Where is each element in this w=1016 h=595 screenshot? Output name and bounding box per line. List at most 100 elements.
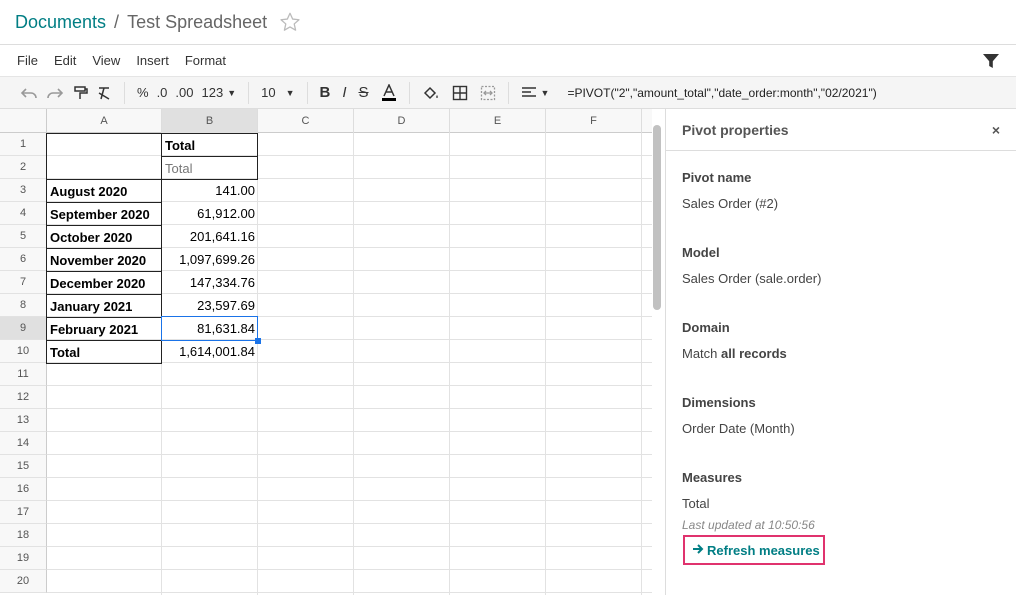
grid-line (47, 385, 652, 386)
dimensions-label: Dimensions (682, 395, 756, 410)
menu-view[interactable]: View (84, 53, 128, 68)
paint-format-icon[interactable] (68, 81, 92, 105)
spreadsheet-grid[interactable]: A B C D E F 1 2 3 4 5 6 7 8 9 10 11 12 1… (0, 109, 652, 595)
column-header-b[interactable]: B (162, 109, 258, 133)
row-header[interactable]: 17 (0, 501, 47, 524)
grid-corner[interactable] (0, 109, 47, 133)
measures-label: Measures (682, 470, 742, 485)
pivot-name-label: Pivot name (682, 170, 752, 185)
row-header[interactable]: 8 (0, 294, 47, 317)
row-header[interactable]: 14 (0, 432, 47, 455)
dimensions-section: Dimensions Order Date (Month) (682, 395, 795, 436)
text-color-icon[interactable] (377, 81, 401, 105)
pivot-value-cell[interactable]: 201,641.16 (162, 225, 258, 248)
pivot-value-cell[interactable]: 1,097,699.26 (162, 248, 258, 271)
menu-insert[interactable]: Insert (128, 53, 177, 68)
close-icon[interactable]: × (992, 122, 1000, 138)
grid-line (545, 133, 546, 595)
row-header[interactable]: 19 (0, 547, 47, 570)
domain-bold: all records (721, 346, 787, 361)
pivot-row-label[interactable]: Total (46, 340, 162, 364)
row-header[interactable]: 10 (0, 340, 47, 363)
toolbar: % .0 .00 123 ▼ 10 ▼ B I S ▼ =PIVOT("2","… (0, 77, 1016, 109)
pivot-value-cell[interactable]: 23,597.69 (162, 294, 258, 317)
pivot-row-label[interactable]: August 2020 (46, 179, 162, 203)
domain-label: Domain (682, 320, 730, 335)
grid-line (47, 546, 652, 547)
star-icon[interactable] (279, 11, 301, 33)
column-header-a[interactable]: A (47, 109, 162, 133)
pivot-row-label[interactable]: February 2021 (46, 317, 162, 341)
redo-icon[interactable] (42, 81, 68, 105)
percent-format-button[interactable]: % (133, 81, 153, 105)
grid-line (47, 477, 652, 478)
pivot-value-cell[interactable]: 61,912.00 (162, 202, 258, 225)
row-header[interactable]: 13 (0, 409, 47, 432)
decrease-decimals-button[interactable]: .0 (153, 81, 172, 105)
row-header[interactable]: 15 (0, 455, 47, 478)
row-header[interactable]: 7 (0, 271, 47, 294)
domain-section: Domain Match all records (682, 320, 787, 361)
panel-header: Pivot properties × (666, 109, 1016, 151)
selection-fill-handle[interactable] (255, 338, 261, 344)
chevron-down-icon: ▼ (285, 87, 295, 98)
menu-format[interactable]: Format (177, 53, 234, 68)
font-size-dropdown[interactable]: 10 ▼ (257, 81, 298, 105)
pivot-row-label[interactable]: September 2020 (46, 202, 162, 226)
row-header[interactable]: 1 (0, 133, 47, 156)
menu-edit[interactable]: Edit (46, 53, 84, 68)
pivot-value-cell[interactable]: 141.00 (162, 179, 258, 202)
row-header[interactable]: 9 (0, 317, 47, 340)
row-header[interactable]: 12 (0, 386, 47, 409)
pivot-value-cell[interactable]: 147,334.76 (162, 271, 258, 294)
undo-icon[interactable] (16, 81, 42, 105)
vertical-scrollbar[interactable] (653, 125, 661, 310)
borders-icon[interactable] (448, 81, 472, 105)
pivot-properties-panel: Pivot properties × Pivot name Sales Orde… (665, 109, 1016, 595)
column-header-c[interactable]: C (258, 109, 354, 133)
pivot-row-label[interactable]: January 2021 (46, 294, 162, 318)
toolbar-separator (124, 81, 125, 104)
row-header[interactable]: 20 (0, 570, 47, 593)
filter-icon[interactable] (982, 52, 1000, 70)
column-header-e[interactable]: E (450, 109, 546, 133)
pivot-row-label[interactable]: December 2020 (46, 271, 162, 295)
increase-decimals-button[interactable]: .00 (171, 81, 197, 105)
pivot-row-label[interactable]: October 2020 (46, 225, 162, 249)
row-header[interactable]: 18 (0, 524, 47, 547)
grid-line (47, 500, 652, 501)
column-header-d[interactable]: D (354, 109, 450, 133)
arrow-right-icon (692, 543, 704, 558)
breadcrumb-separator: / (114, 11, 120, 32)
clear-format-icon[interactable] (92, 81, 116, 105)
measures-value: Total (682, 496, 710, 511)
row-header[interactable]: 16 (0, 478, 47, 501)
row-header[interactable]: 11 (0, 363, 47, 386)
row-header[interactable]: 5 (0, 225, 47, 248)
pivot-name-value: Sales Order (#2) (682, 196, 779, 211)
pivot-header-col[interactable]: Total (161, 133, 258, 157)
row-header[interactable]: 4 (0, 202, 47, 225)
row-header[interactable]: 2 (0, 156, 47, 179)
merge-cells-icon[interactable] (476, 81, 500, 105)
pivot-total-cell[interactable]: 1,614,001.84 (162, 340, 258, 363)
strikethrough-icon[interactable]: S (355, 81, 373, 105)
domain-prefix: Match (682, 346, 718, 361)
column-header-f[interactable]: F (546, 109, 642, 133)
refresh-measures-button[interactable]: Refresh measures (692, 543, 820, 558)
row-header[interactable]: 6 (0, 248, 47, 271)
pivot-header-measure[interactable]: Total (161, 156, 258, 180)
panel-title: Pivot properties (682, 121, 789, 138)
menu-file[interactable]: File (9, 53, 46, 68)
bold-icon[interactable]: B (316, 81, 335, 105)
formula-bar[interactable]: =PIVOT("2","amount_total","date_order:mo… (567, 86, 876, 100)
number-format-dropdown[interactable]: 123 ▼ (197, 81, 240, 105)
row-header[interactable]: 3 (0, 179, 47, 202)
chevron-down-icon: ▼ (540, 87, 550, 98)
italic-icon[interactable]: I (338, 81, 350, 105)
pivot-corner-cell[interactable] (46, 133, 162, 180)
pivot-row-label[interactable]: November 2020 (46, 248, 162, 272)
breadcrumb-documents-link[interactable]: Documents (15, 12, 106, 33)
fill-color-icon[interactable] (418, 81, 444, 105)
align-dropdown[interactable]: ▼ (517, 81, 554, 105)
